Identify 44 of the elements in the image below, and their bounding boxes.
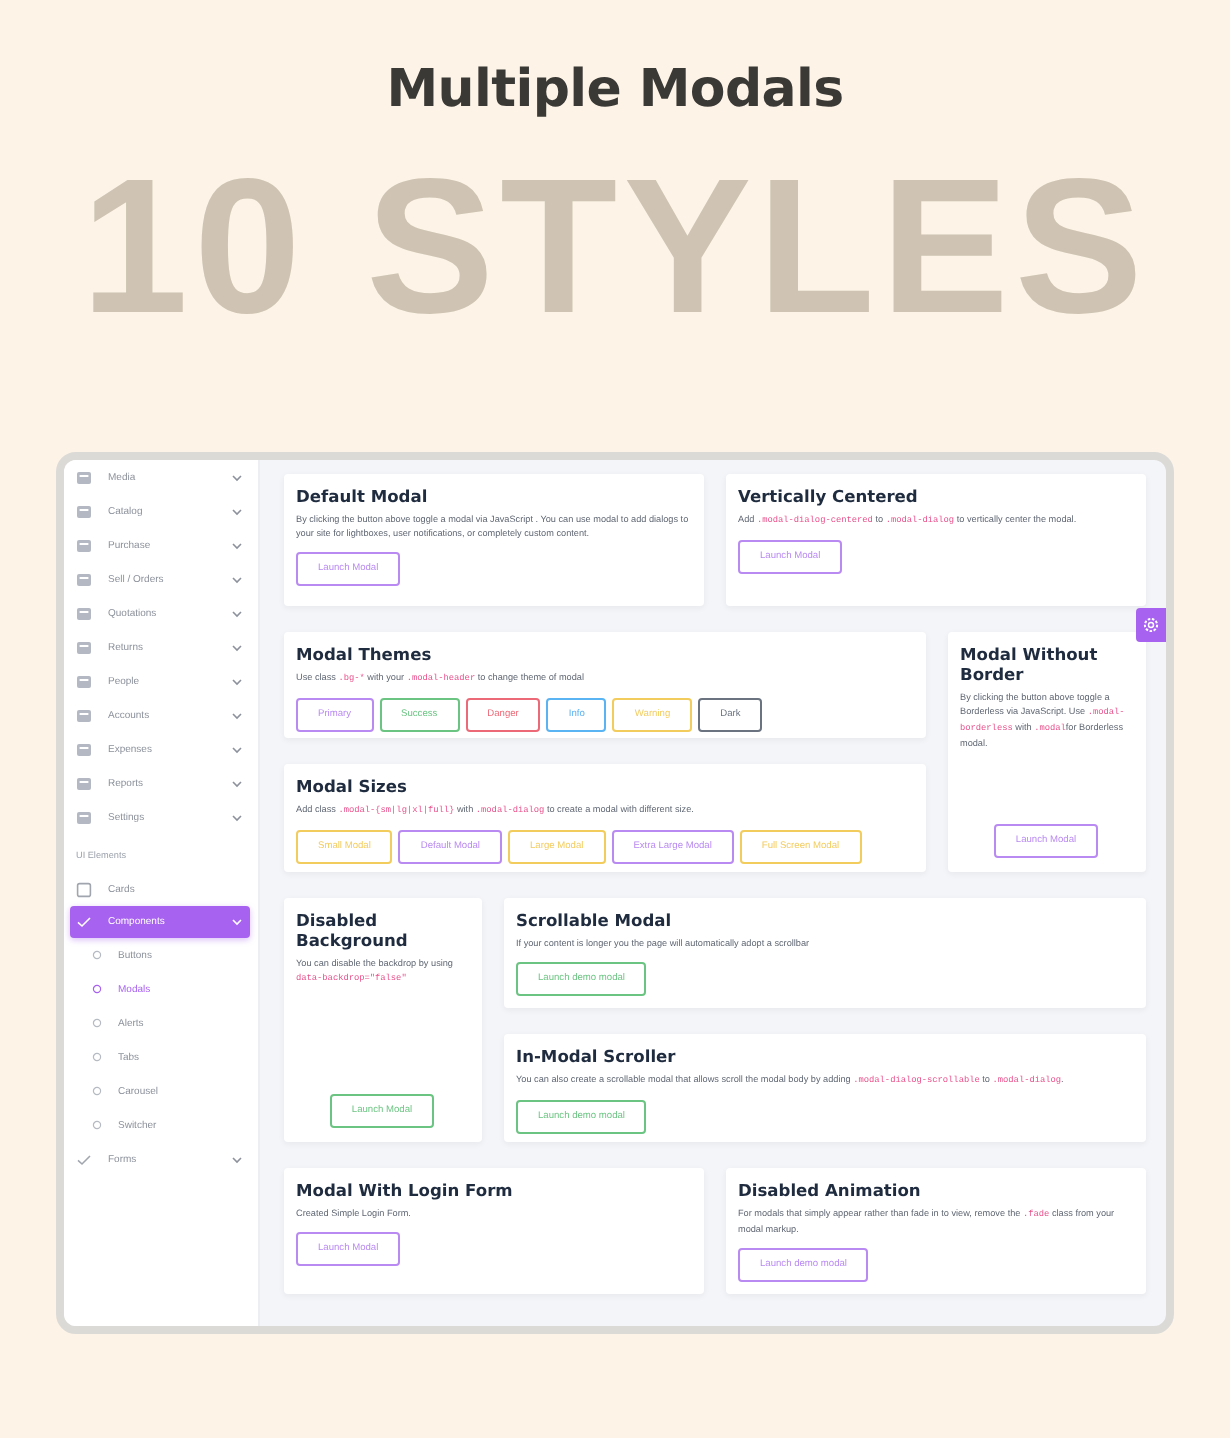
menu-icon bbox=[76, 639, 92, 655]
card-title: Scrollable Modal bbox=[516, 910, 674, 930]
chevron-icon bbox=[232, 711, 242, 719]
page-title: Multiple Modals bbox=[384, 58, 846, 124]
circle-icon bbox=[92, 984, 102, 994]
circle-icon bbox=[92, 950, 102, 960]
circle-icon bbox=[92, 1052, 102, 1062]
settings-icon bbox=[1142, 616, 1160, 634]
card-title: Modal Sizes bbox=[296, 776, 409, 796]
menu-icon bbox=[76, 809, 92, 825]
circle-icon bbox=[92, 1086, 102, 1096]
chevron-icon bbox=[232, 575, 242, 583]
card-title: Disabled Animation bbox=[738, 1180, 923, 1200]
menu-icon bbox=[76, 503, 92, 519]
chevron-icon bbox=[232, 677, 242, 685]
menu-icon bbox=[76, 775, 92, 791]
chevron-icon bbox=[232, 813, 242, 821]
card-title: In-Modal Scroller bbox=[516, 1046, 678, 1066]
menu-icon bbox=[76, 469, 92, 485]
card-title: Disabled Background bbox=[296, 910, 410, 950]
chevron-icon bbox=[232, 507, 242, 515]
card-title: Modal With Login Form bbox=[296, 1180, 515, 1200]
chevron-icon bbox=[232, 779, 242, 787]
chevron-icon bbox=[232, 745, 242, 753]
menu-icon bbox=[76, 707, 92, 723]
card-title: Vertically Centered bbox=[738, 486, 920, 506]
check-icon bbox=[76, 1151, 92, 1167]
chevron-icon bbox=[232, 473, 242, 481]
card-title: Modal Without Border bbox=[960, 644, 1100, 684]
circle-icon bbox=[92, 1120, 102, 1130]
card-title: Modal Themes bbox=[296, 644, 434, 664]
menu-icon bbox=[76, 605, 92, 621]
square-icon bbox=[76, 881, 92, 897]
settings-button[interactable] bbox=[1136, 608, 1166, 642]
menu-icon bbox=[76, 537, 92, 553]
menu-icon bbox=[76, 571, 92, 587]
menu-icon bbox=[76, 741, 92, 757]
card-title: Default Modal bbox=[296, 486, 430, 506]
menu-icon bbox=[76, 673, 92, 689]
chevron-icon bbox=[232, 609, 242, 617]
chevron-icon bbox=[232, 643, 242, 651]
chevron-icon bbox=[232, 541, 242, 549]
check-icon bbox=[76, 914, 92, 930]
circle-icon bbox=[92, 1018, 102, 1028]
